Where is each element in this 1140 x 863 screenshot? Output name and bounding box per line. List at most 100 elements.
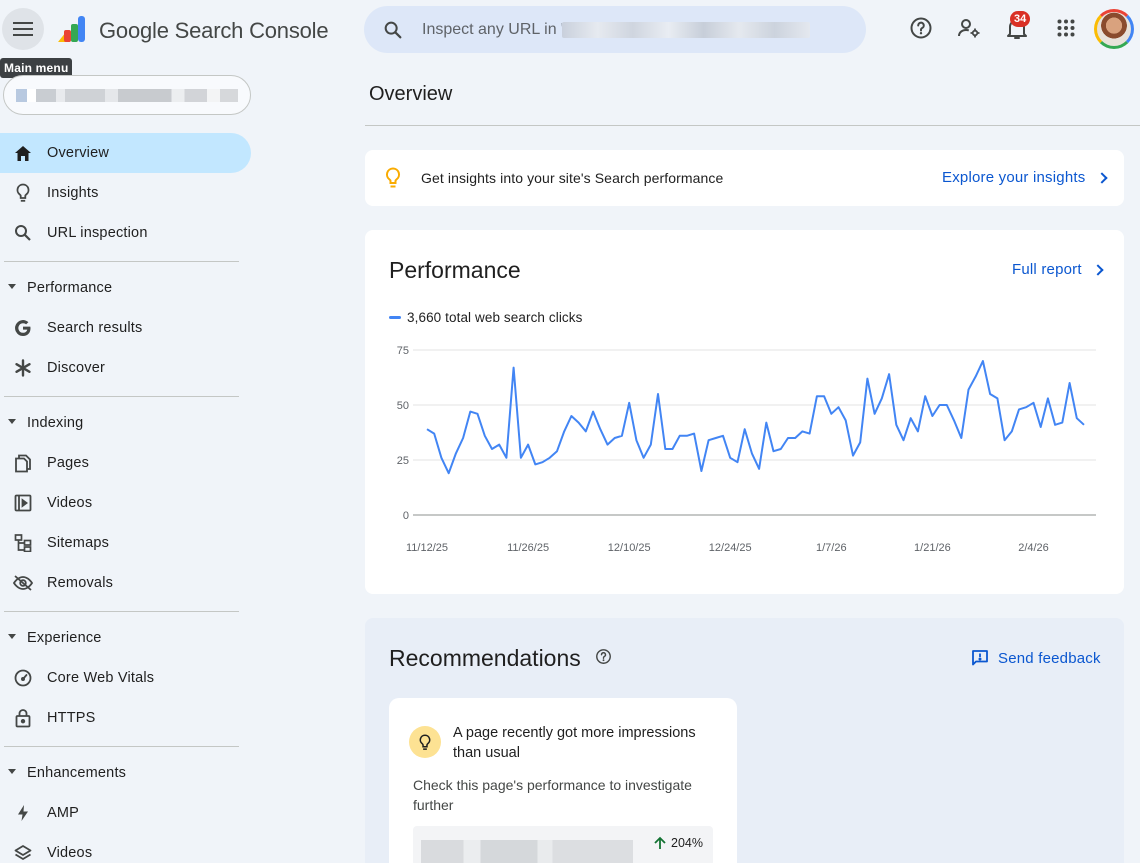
x-tick-label: 11/12/25 bbox=[406, 542, 448, 554]
pages-icon bbox=[12, 453, 34, 473]
layers-icon bbox=[12, 843, 34, 863]
x-tick-label: 1/7/26 bbox=[816, 542, 847, 554]
caret-down-icon bbox=[8, 769, 16, 774]
insights-banner-text: Get insights into your site's Search per… bbox=[421, 170, 724, 186]
sidebar-section-indexing[interactable]: Indexing bbox=[0, 407, 251, 439]
apps-grid-icon bbox=[1057, 19, 1075, 37]
full-report-label: Full report bbox=[1012, 261, 1082, 278]
sidebar-item-label: Removals bbox=[47, 575, 114, 591]
recommendation-card[interactable]: A page recently got more impressions tha… bbox=[389, 698, 737, 863]
redacted-property-name bbox=[16, 89, 238, 102]
sidebar-item-enh-videos[interactable]: Videos bbox=[0, 833, 251, 863]
sidebar-item-insights[interactable]: Insights bbox=[0, 173, 251, 213]
explore-insights-label: Explore your insights bbox=[942, 169, 1086, 186]
clicks-series-line[interactable] bbox=[426, 360, 1085, 475]
chart-legend[interactable]: 3,660 total web search clicks bbox=[389, 310, 583, 325]
google-g-icon bbox=[12, 318, 34, 338]
full-report-link[interactable]: Full report bbox=[1012, 261, 1104, 278]
lightbulb-icon bbox=[12, 183, 34, 203]
recommendation-headline: A page recently got more impressions tha… bbox=[453, 725, 696, 761]
sidebar-divider bbox=[4, 746, 239, 747]
redacted-page-url bbox=[421, 840, 633, 863]
sidebar-item-label: AMP bbox=[47, 805, 80, 821]
impressions-change: 204% bbox=[653, 836, 703, 850]
app-header: Google Search Console 34 bbox=[0, 0, 1140, 62]
apps-button[interactable] bbox=[1052, 14, 1080, 42]
notification-count-badge: 34 bbox=[1010, 11, 1031, 27]
page-title: Overview bbox=[369, 83, 453, 105]
help-icon[interactable] bbox=[595, 648, 612, 665]
sidebar-item-overview[interactable]: Overview bbox=[0, 133, 251, 173]
recommendations-panel: Recommendations Send feedback A page rec… bbox=[365, 618, 1124, 863]
sidebar-item-sitemaps[interactable]: Sitemaps bbox=[0, 523, 251, 563]
speedometer-icon bbox=[12, 668, 34, 688]
chevron-right-icon bbox=[1096, 172, 1108, 184]
sidebar-item-search-results[interactable]: Search results bbox=[0, 308, 251, 348]
sidebar-section-experience[interactable]: Experience bbox=[0, 622, 251, 654]
sidebar-item-removals[interactable]: Removals bbox=[0, 563, 251, 603]
redacted-property-url bbox=[562, 22, 810, 38]
y-tick-label: 75 bbox=[397, 345, 409, 357]
send-feedback-link[interactable]: Send feedback bbox=[971, 649, 1101, 667]
x-tick-label: 2/4/26 bbox=[1018, 542, 1049, 554]
help-icon bbox=[910, 17, 932, 39]
x-tick-label: 11/26/25 bbox=[507, 542, 549, 554]
avatar[interactable] bbox=[1094, 9, 1134, 49]
property-selector[interactable] bbox=[3, 75, 251, 115]
search-icon bbox=[12, 223, 34, 243]
help-button[interactable] bbox=[907, 14, 935, 42]
sidebar-section-label: Performance bbox=[27, 280, 113, 296]
sidebar-item-label: Pages bbox=[47, 455, 90, 471]
caret-down-icon bbox=[8, 634, 16, 639]
y-tick-label: 25 bbox=[397, 455, 409, 467]
sidebar-divider bbox=[4, 261, 239, 262]
impressions-change-value: 204% bbox=[671, 836, 703, 850]
sidebar-section-label: Experience bbox=[27, 630, 102, 646]
sidebar-section-label: Enhancements bbox=[27, 765, 127, 781]
performance-title: Performance bbox=[389, 257, 521, 283]
sidebar-item-core-web-vitals[interactable]: Core Web Vitals bbox=[0, 658, 251, 698]
user-settings-button[interactable] bbox=[955, 14, 983, 42]
sidebar-section-enhancements[interactable]: Enhancements bbox=[0, 757, 251, 789]
send-feedback-label: Send feedback bbox=[998, 649, 1101, 667]
sidebar-item-amp[interactable]: AMP bbox=[0, 793, 251, 833]
caret-down-icon bbox=[8, 419, 16, 424]
x-tick-label: 12/10/25 bbox=[608, 542, 651, 554]
lightbulb-icon bbox=[419, 734, 431, 750]
title-divider bbox=[365, 125, 1140, 126]
x-tick-label: 1/21/26 bbox=[914, 542, 951, 554]
insights-banner: Get insights into your site's Search per… bbox=[365, 150, 1124, 206]
sidebar-section-performance[interactable]: Performance bbox=[0, 272, 251, 304]
legend-label: 3,660 total web search clicks bbox=[407, 310, 583, 325]
recommendations-title: Recommendations bbox=[389, 645, 612, 672]
chevron-right-icon bbox=[1092, 264, 1104, 276]
asterisk-icon bbox=[12, 358, 34, 378]
main-menu-button[interactable] bbox=[2, 8, 44, 50]
recommendation-body: Check this page's performance to investi… bbox=[413, 777, 692, 813]
sidebar-item-label: Core Web Vitals bbox=[47, 670, 155, 686]
sidebar-item-discover[interactable]: Discover bbox=[0, 348, 251, 388]
url-inspect-input[interactable] bbox=[422, 6, 562, 53]
sidebar-item-videos[interactable]: Videos bbox=[0, 483, 251, 523]
sidebar-item-https[interactable]: HTTPS bbox=[0, 698, 251, 738]
sidebar-item-label: URL inspection bbox=[47, 225, 148, 241]
sidebar-item-pages[interactable]: Pages bbox=[0, 443, 251, 483]
caret-down-icon bbox=[8, 284, 16, 289]
app-title: Google Search Console bbox=[99, 18, 329, 43]
video-page-icon bbox=[12, 493, 34, 513]
sitemap-icon bbox=[12, 533, 34, 553]
feedback-icon bbox=[972, 650, 988, 666]
recommendation-page-row[interactable]: 204% bbox=[413, 826, 713, 863]
search-console-logo bbox=[58, 16, 85, 42]
lightbulb-icon bbox=[385, 167, 401, 188]
y-tick-label: 0 bbox=[403, 510, 409, 522]
hamburger-icon bbox=[13, 22, 33, 36]
url-inspect-search[interactable] bbox=[364, 6, 866, 53]
sidebar-item-url-inspection[interactable]: URL inspection bbox=[0, 213, 251, 253]
y-tick-label: 50 bbox=[397, 400, 409, 412]
arrow-up-icon bbox=[654, 836, 666, 849]
explore-insights-link[interactable]: Explore your insights bbox=[942, 169, 1108, 186]
sidebar-divider bbox=[4, 396, 239, 397]
sidebar-item-label: Videos bbox=[47, 845, 93, 861]
sidebar-item-label: Insights bbox=[47, 185, 99, 201]
